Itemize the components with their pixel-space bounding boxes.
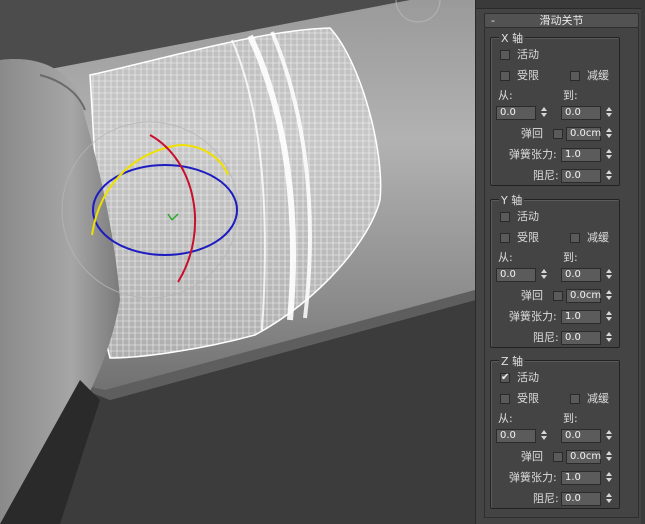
damping-spinner[interactable] bbox=[604, 331, 613, 345]
to-input[interactable]: 0.0 bbox=[561, 429, 601, 443]
from-label: 从: bbox=[498, 251, 513, 264]
command-panel: - 滑动关节 X 轴 活动 受限 减缓 从: 到: 0.0 0.0 弹回 0.0… bbox=[475, 0, 645, 524]
to-label: 到: bbox=[563, 89, 578, 102]
spring-tension-label: 弹簧张力: bbox=[509, 148, 557, 161]
bounce-input[interactable]: 0.0cm bbox=[566, 289, 601, 303]
x-axis-group: X 轴 活动 受限 减缓 从: 到: 0.0 0.0 弹回 0.0cm 弹簧张力… bbox=[490, 30, 620, 186]
to-input[interactable]: 0.0 bbox=[561, 106, 601, 120]
panel-top-strip bbox=[476, 0, 645, 9]
from-input[interactable]: 0.0 bbox=[496, 268, 536, 282]
damping-label: 阻尼: bbox=[533, 492, 559, 505]
active-label: 活动 bbox=[517, 371, 539, 384]
spring-tension-input[interactable]: 1.0 bbox=[561, 310, 601, 324]
bounce-label: 弹回 bbox=[521, 289, 543, 302]
damping-label: 阻尼: bbox=[533, 169, 559, 182]
ease-checkbox[interactable] bbox=[570, 233, 580, 243]
to-label: 到: bbox=[563, 412, 578, 425]
to-input[interactable]: 0.0 bbox=[561, 268, 601, 282]
group-label: X 轴 bbox=[499, 30, 526, 46]
damping-input[interactable]: 0.0 bbox=[561, 331, 601, 345]
from-spinner[interactable] bbox=[539, 268, 548, 282]
from-spinner[interactable] bbox=[539, 429, 548, 443]
spring-tension-spinner[interactable] bbox=[604, 310, 613, 324]
bounce-spinner[interactable] bbox=[604, 127, 613, 141]
limited-checkbox[interactable] bbox=[500, 71, 510, 81]
bounce-spinner[interactable] bbox=[604, 289, 613, 303]
limited-label: 受限 bbox=[517, 392, 539, 405]
y-axis-group: Y 轴 活动 受限 减缓 从: 到: 0.0 0.0 弹回 0.0cm 弹簧张力… bbox=[490, 192, 620, 348]
spring-tension-input[interactable]: 1.0 bbox=[561, 471, 601, 485]
spring-tension-spinner[interactable] bbox=[604, 148, 613, 162]
bounce-checkbox[interactable] bbox=[553, 452, 563, 462]
spring-tension-label: 弹簧张力: bbox=[509, 471, 557, 484]
ease-label: 减缓 bbox=[587, 392, 609, 405]
group-label: Y 轴 bbox=[499, 192, 525, 208]
bounce-checkbox[interactable] bbox=[553, 129, 563, 139]
limited-checkbox[interactable] bbox=[500, 394, 510, 404]
to-spinner[interactable] bbox=[604, 429, 613, 443]
bounce-input[interactable]: 0.0cm bbox=[566, 450, 601, 464]
rollout-header-slide-joint[interactable]: - 滑动关节 bbox=[484, 13, 639, 28]
to-spinner[interactable] bbox=[604, 268, 613, 282]
damping-spinner[interactable] bbox=[604, 169, 613, 183]
to-spinner[interactable] bbox=[604, 106, 613, 120]
bounce-label: 弹回 bbox=[521, 127, 543, 140]
spring-tension-label: 弹簧张力: bbox=[509, 310, 557, 323]
active-checkbox[interactable] bbox=[500, 212, 510, 222]
spring-tension-input[interactable]: 1.0 bbox=[561, 148, 601, 162]
from-spinner[interactable] bbox=[539, 106, 548, 120]
limited-label: 受限 bbox=[517, 231, 539, 244]
active-label: 活动 bbox=[517, 48, 539, 61]
bounce-checkbox[interactable] bbox=[553, 291, 563, 301]
spring-tension-spinner[interactable] bbox=[604, 471, 613, 485]
bounce-spinner[interactable] bbox=[604, 450, 613, 464]
damping-label: 阻尼: bbox=[533, 331, 559, 344]
active-checkbox[interactable] bbox=[500, 50, 510, 60]
group-label: Z 轴 bbox=[499, 353, 526, 369]
ease-label: 减缓 bbox=[587, 69, 609, 82]
damping-spinner[interactable] bbox=[604, 492, 613, 506]
from-label: 从: bbox=[498, 412, 513, 425]
to-label: 到: bbox=[563, 251, 578, 264]
viewport-3d[interactable] bbox=[0, 0, 475, 524]
panel-scrollbar[interactable] bbox=[641, 0, 645, 524]
rollout-title: 滑动关节 bbox=[539, 14, 584, 27]
bounce-label: 弹回 bbox=[521, 450, 543, 463]
ease-checkbox[interactable] bbox=[570, 394, 580, 404]
viewport-scene bbox=[0, 0, 475, 524]
damping-input[interactable]: 0.0 bbox=[561, 169, 601, 183]
limited-checkbox[interactable] bbox=[500, 233, 510, 243]
from-input[interactable]: 0.0 bbox=[496, 429, 536, 443]
ease-label: 减缓 bbox=[587, 231, 609, 244]
active-checkbox[interactable] bbox=[500, 371, 510, 385]
active-label: 活动 bbox=[517, 210, 539, 223]
ease-checkbox[interactable] bbox=[570, 71, 580, 81]
from-label: 从: bbox=[498, 89, 513, 102]
limited-label: 受限 bbox=[517, 69, 539, 82]
damping-input[interactable]: 0.0 bbox=[561, 492, 601, 506]
from-input[interactable]: 0.0 bbox=[496, 106, 536, 120]
bounce-input[interactable]: 0.0cm bbox=[566, 127, 601, 141]
z-axis-group: Z 轴 活动 受限 减缓 从: 到: 0.0 0.0 弹回 0.0cm 弹簧张力… bbox=[490, 353, 620, 509]
